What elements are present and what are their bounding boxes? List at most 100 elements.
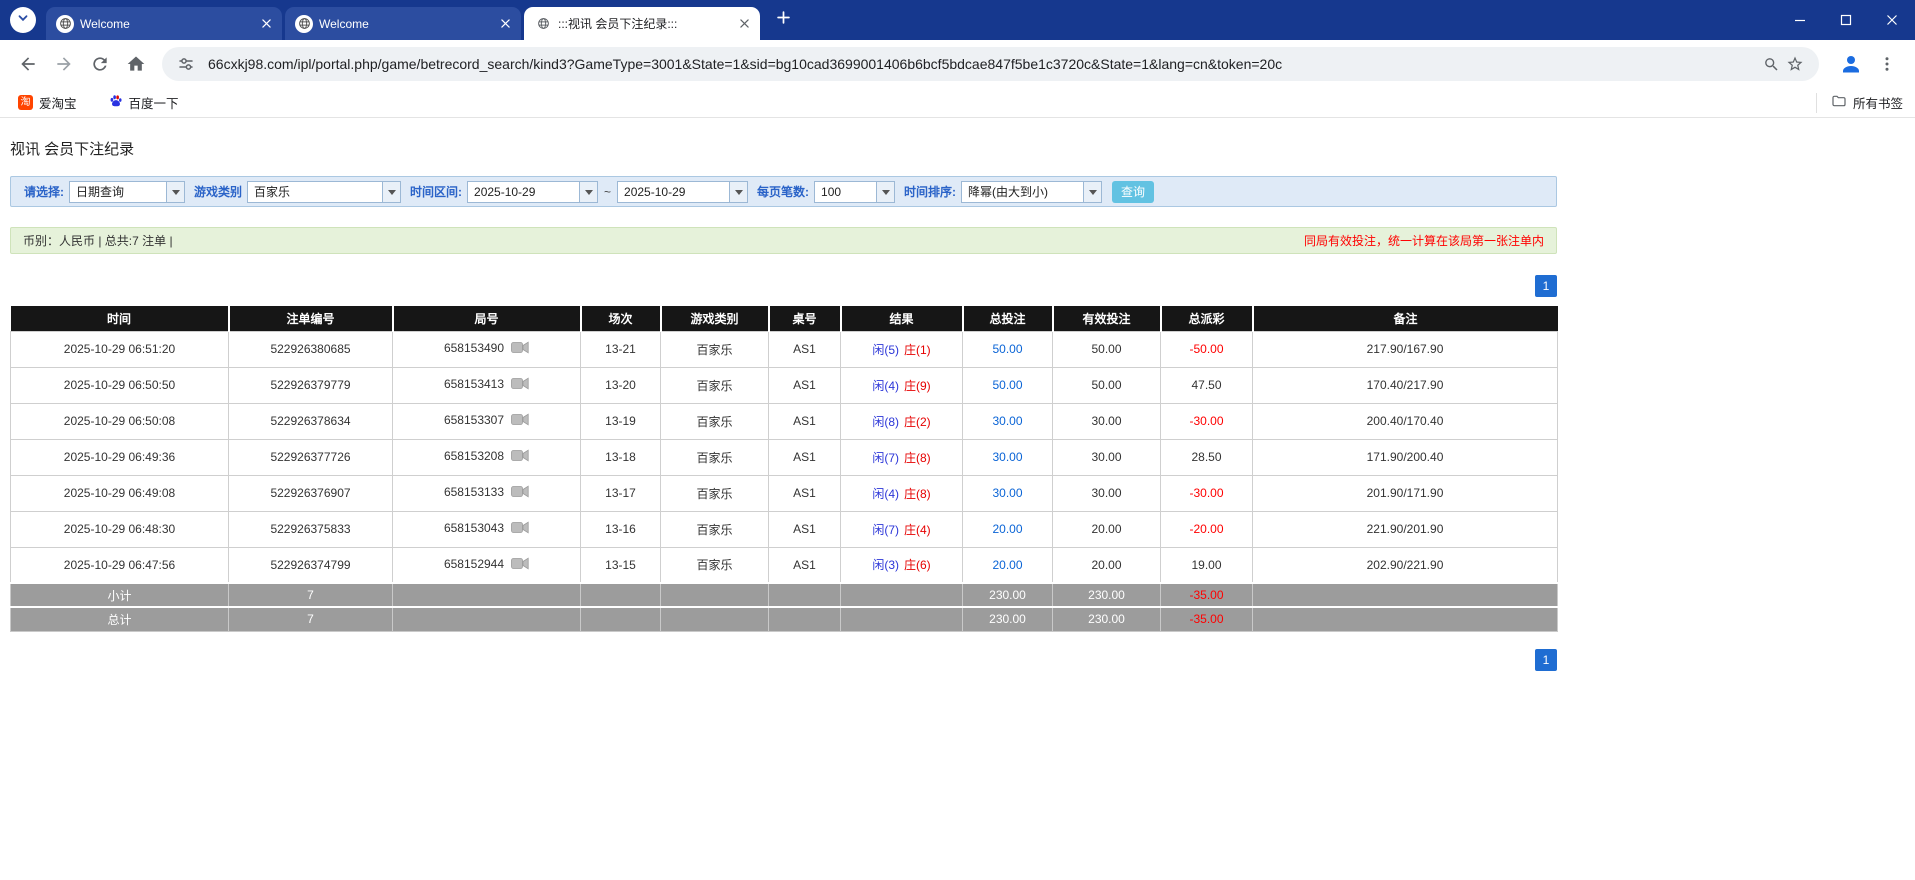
menu-icon[interactable]	[1869, 46, 1905, 82]
chevron-down-icon[interactable]	[729, 181, 748, 202]
column-header-game-type: 游戏类别	[659, 306, 769, 331]
cell-total-bet[interactable]: 50.00	[962, 366, 1053, 404]
table-header-row: 时间 注单编号 局号 场次 游戏类别 桌号 结果 总投注 有效投注 总派彩 备注	[10, 306, 1558, 331]
tab-close-icon[interactable]	[258, 16, 274, 32]
date-from-select[interactable]: 2025-10-29	[467, 180, 599, 203]
zoom-icon[interactable]	[1759, 52, 1783, 76]
bookmark-star-icon[interactable]	[1783, 52, 1807, 76]
cell-table-no: AS1	[768, 546, 841, 584]
page-size-select[interactable]: 100	[814, 180, 896, 203]
all-bookmarks-button[interactable]: 所有书签	[1815, 92, 1903, 113]
new-tab-button[interactable]	[769, 6, 797, 34]
query-type-label: 请选择:	[24, 185, 64, 199]
page-content: 视讯 会员下注纪录 请选择: 日期查询 游戏类别 百家乐 时间区间: 2025-…	[10, 138, 1558, 671]
cell-valid-bet: 30.00	[1052, 474, 1161, 512]
forward-button[interactable]	[46, 46, 82, 82]
pagination-bottom: 1	[10, 648, 1557, 671]
bookmark-baidu[interactable]: 百度一下	[103, 90, 185, 115]
address-bar[interactable]: 66cxkj98.com/ipl/portal.php/game/betreco…	[162, 47, 1819, 81]
subtotal-valid-bet: 230.00	[1052, 582, 1161, 608]
bet-records-table: 时间 注单编号 局号 场次 游戏类别 桌号 结果 总投注 有效投注 总派彩 备注…	[10, 306, 1558, 632]
result-player: 闲(3)	[872, 558, 899, 573]
video-icon[interactable]	[511, 341, 529, 357]
browser-window: Welcome Welcome :::视讯 会员下注纪录::: 66cxkj98…	[0, 0, 1915, 671]
reload-button[interactable]	[82, 46, 118, 82]
cell-table-no: AS1	[768, 402, 841, 440]
tab-close-icon[interactable]	[736, 16, 752, 32]
url-text[interactable]: 66cxkj98.com/ipl/portal.php/game/betreco…	[208, 56, 1749, 72]
tab-search-button[interactable]	[10, 7, 36, 33]
table-body: 2025-10-29 06:51:20 522926380685 6581534…	[10, 330, 1558, 584]
minimize-button[interactable]	[1777, 0, 1823, 40]
game-type-select[interactable]: 百家乐	[247, 180, 402, 203]
column-header-note: 备注	[1251, 306, 1558, 331]
cell-round-no: 658153208	[392, 438, 581, 476]
chevron-down-icon	[16, 11, 30, 30]
cell-total-bet[interactable]: 50.00	[962, 330, 1053, 368]
cell-result: 闲(4) 庄(9)	[840, 366, 963, 404]
result-player: 闲(4)	[872, 378, 899, 393]
video-icon[interactable]	[511, 377, 529, 393]
cell-valid-bet: 30.00	[1052, 402, 1161, 440]
result-player: 闲(7)	[872, 450, 899, 465]
video-icon[interactable]	[511, 485, 529, 501]
time-range-label: 时间区间:	[410, 185, 463, 199]
window-controls	[1777, 0, 1915, 40]
chevron-down-icon[interactable]	[1083, 181, 1102, 202]
cell-total-bet[interactable]: 30.00	[962, 402, 1053, 440]
bookmark-aitaobao[interactable]: 淘 爱淘宝	[12, 90, 83, 115]
cell-total-bet[interactable]: 30.00	[962, 474, 1053, 512]
cell-note: 217.90/167.90	[1252, 330, 1558, 368]
profile-avatar[interactable]	[1833, 46, 1869, 82]
video-icon[interactable]	[511, 449, 529, 465]
cell-total-bet[interactable]: 20.00	[962, 510, 1053, 548]
date-to-select[interactable]: 2025-10-29	[617, 180, 749, 203]
tab-welcome-2[interactable]: Welcome	[285, 7, 521, 40]
cell-bet-no: 522926377726	[228, 438, 393, 476]
video-icon[interactable]	[511, 557, 529, 573]
tab-close-icon[interactable]	[497, 16, 513, 32]
cell-bet-no: 522926375833	[228, 510, 393, 548]
pagination-page-1[interactable]: 1	[1535, 648, 1557, 671]
filter-bar: 请选择: 日期查询 游戏类别 百家乐 时间区间: 2025-10-29 ~ 20…	[10, 176, 1557, 207]
chevron-down-icon[interactable]	[876, 181, 895, 202]
cell-total-bet[interactable]: 20.00	[962, 546, 1053, 584]
cell-total-bet[interactable]: 30.00	[962, 438, 1053, 476]
cell-table-no: AS1	[768, 510, 841, 548]
close-window-button[interactable]	[1869, 0, 1915, 40]
maximize-button[interactable]	[1823, 0, 1869, 40]
cell-round-no: 658153413	[392, 366, 581, 404]
search-button[interactable]: 查询	[1112, 180, 1155, 203]
cell-note: 221.90/201.90	[1252, 510, 1558, 548]
home-button[interactable]	[118, 46, 154, 82]
cell-note: 200.40/170.40	[1252, 402, 1558, 440]
column-header-session: 场次	[579, 306, 661, 331]
video-icon[interactable]	[511, 413, 529, 429]
cell-round-no: 658152944	[392, 546, 581, 584]
cell-round-no: 658153133	[392, 474, 581, 512]
chevron-down-icon[interactable]	[579, 181, 598, 202]
column-header-time: 时间	[10, 306, 229, 331]
result-banker: 庄(2)	[904, 414, 931, 429]
back-button[interactable]	[10, 46, 46, 82]
site-info-icon[interactable]	[174, 52, 198, 76]
globe-icon	[56, 14, 74, 33]
sort-order-select[interactable]: 降幂(由大到小)	[961, 180, 1103, 203]
bookmark-label: 爱淘宝	[39, 97, 77, 111]
cell-bet-no: 522926379779	[228, 366, 393, 404]
cell-table-no: AS1	[768, 438, 841, 476]
tab-bet-records[interactable]: :::视讯 会员下注纪录:::	[524, 7, 760, 40]
currency-summary: 币别：人民币 | 总共:7 注单 |	[23, 234, 173, 248]
chevron-down-icon[interactable]	[166, 181, 184, 202]
pagination-page-1[interactable]: 1	[1535, 275, 1557, 297]
tab-welcome-1[interactable]: Welcome	[46, 7, 282, 40]
tab-title: Welcome	[319, 16, 369, 31]
total-count: 7	[228, 606, 393, 632]
column-header-result: 结果	[839, 306, 963, 331]
cell-result: 闲(3) 庄(6)	[840, 546, 963, 584]
video-icon[interactable]	[511, 521, 529, 537]
round-number: 658153413	[443, 377, 505, 391]
cell-note: 202.90/221.90	[1252, 546, 1558, 584]
query-type-select[interactable]: 日期查询	[69, 180, 185, 203]
chevron-down-icon[interactable]	[382, 181, 401, 202]
